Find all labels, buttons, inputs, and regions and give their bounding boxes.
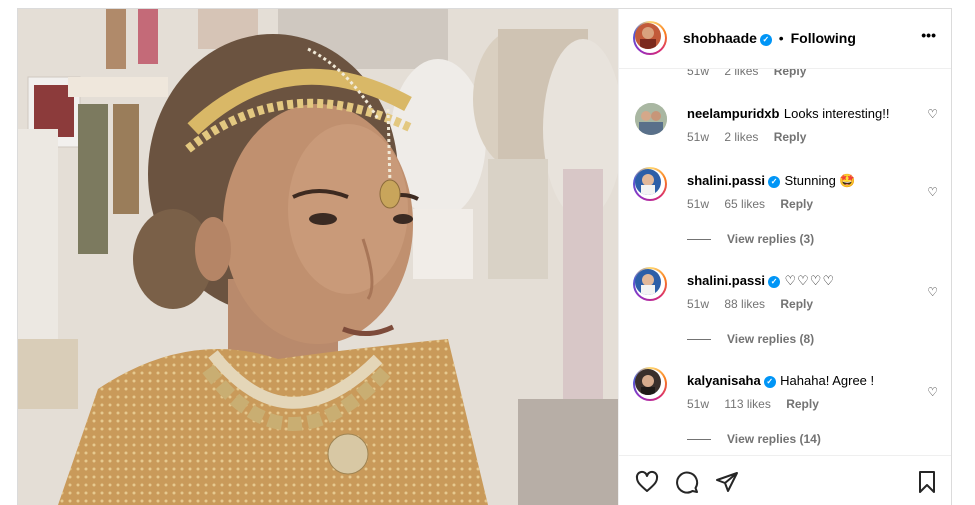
view-replies-label: View replies (3) — [727, 232, 815, 246]
post-modal: shobhaade ✓ • Following ••• 51w 2 likes R… — [17, 8, 952, 505]
view-replies-label: View replies (14) — [727, 432, 821, 446]
verified-badge-icon: ✓ — [759, 34, 772, 46]
view-replies-line — [687, 338, 711, 340]
verified-badge-icon: ✓ — [768, 276, 781, 288]
comment-time: 51w — [687, 197, 710, 211]
reply-button[interactable]: Reply — [774, 130, 807, 144]
view-replies-button[interactable]: View replies (3) — [687, 232, 814, 246]
comment-text: Looks interesting!! — [783, 106, 890, 121]
commenter-avatar-image — [635, 103, 667, 135]
comment-time: 51w — [687, 397, 710, 411]
comments-panel: shobhaade ✓ • Following ••• 51w 2 likes R… — [618, 9, 951, 505]
more-options-icon[interactable]: ••• — [921, 27, 936, 43]
view-replies-line — [687, 438, 711, 440]
author-avatar[interactable] — [633, 21, 667, 55]
commenter-avatar[interactable] — [635, 103, 667, 135]
comment-body: kalyanisaha ✓ Hahaha! Agree ! — [687, 372, 874, 390]
comment-likes[interactable]: 2 likes — [724, 130, 758, 144]
post-photo[interactable] — [18, 9, 618, 505]
commenter-avatar-image — [635, 369, 661, 395]
comment-meta: 51w 2 likes Reply — [687, 130, 818, 144]
following-button[interactable]: Following — [791, 30, 856, 46]
view-replies-label: View replies (8) — [727, 332, 815, 346]
like-comment-heart-icon[interactable]: ♡ — [927, 385, 938, 399]
reply-button[interactable]: Reply — [780, 297, 813, 311]
photo-illustration — [18, 9, 618, 505]
like-comment-heart-icon[interactable]: ♡ — [927, 285, 938, 299]
comment-text: ♡♡♡♡ — [784, 273, 836, 288]
comment-meta: 51w 88 likes Reply — [687, 297, 825, 311]
comment-body: shalini.passi ✓ Stunning 🤩 — [687, 172, 856, 190]
view-replies-button[interactable]: View replies (14) — [687, 432, 821, 446]
verified-badge-icon: ✓ — [768, 176, 781, 188]
commenter-avatar-image — [635, 269, 661, 295]
comment-username[interactable]: shalini.passi — [687, 173, 765, 188]
comment-likes[interactable]: 88 likes — [724, 297, 765, 311]
comment-username[interactable]: kalyanisaha — [687, 373, 761, 388]
author-avatar-image — [635, 23, 661, 49]
commenter-avatar[interactable] — [633, 267, 667, 301]
reply-button[interactable]: Reply — [780, 197, 813, 211]
comment-text: Stunning 🤩 — [784, 173, 856, 188]
comment-body: shalini.passi ✓ ♡♡♡♡ — [687, 272, 835, 290]
view-replies-line — [687, 238, 711, 240]
comment-time: 51w — [687, 130, 710, 144]
comment-meta: 51w 65 likes Reply — [687, 197, 825, 211]
author-line: shobhaade ✓ • Following — [683, 30, 856, 46]
comment-text: Hahaha! Agree ! — [780, 373, 875, 388]
commenter-avatar[interactable] — [633, 367, 667, 401]
comment-likes[interactable]: 65 likes — [724, 197, 765, 211]
post-header: shobhaade ✓ • Following ••• — [619, 9, 951, 69]
comment-time: 51w — [687, 297, 710, 311]
like-comment-heart-icon[interactable]: ♡ — [927, 107, 938, 121]
view-replies-button[interactable]: View replies (8) — [687, 332, 814, 346]
bookmark-icon[interactable] — [915, 470, 939, 494]
comment-username[interactable]: shalini.passi — [687, 273, 765, 288]
heart-icon[interactable] — [635, 470, 659, 494]
reply-button[interactable]: Reply — [786, 397, 819, 411]
comment-body: neelampuridxb Looks interesting!! — [687, 105, 889, 123]
like-comment-heart-icon[interactable]: ♡ — [927, 185, 938, 199]
header-separator: • — [778, 30, 784, 46]
paper-plane-icon[interactable] — [715, 470, 739, 494]
post-action-bar — [619, 455, 951, 505]
commenter-avatar[interactable] — [633, 167, 667, 201]
comment-likes[interactable]: 113 likes — [724, 397, 770, 411]
comment-meta: 51w 113 likes Reply — [687, 397, 831, 411]
author-username[interactable]: shobhaade — [683, 30, 757, 46]
comment-username[interactable]: neelampuridxb — [687, 106, 779, 121]
verified-badge-icon: ✓ — [763, 376, 776, 388]
comment-bubble-icon[interactable] — [675, 470, 699, 494]
commenter-avatar-image — [635, 169, 661, 195]
